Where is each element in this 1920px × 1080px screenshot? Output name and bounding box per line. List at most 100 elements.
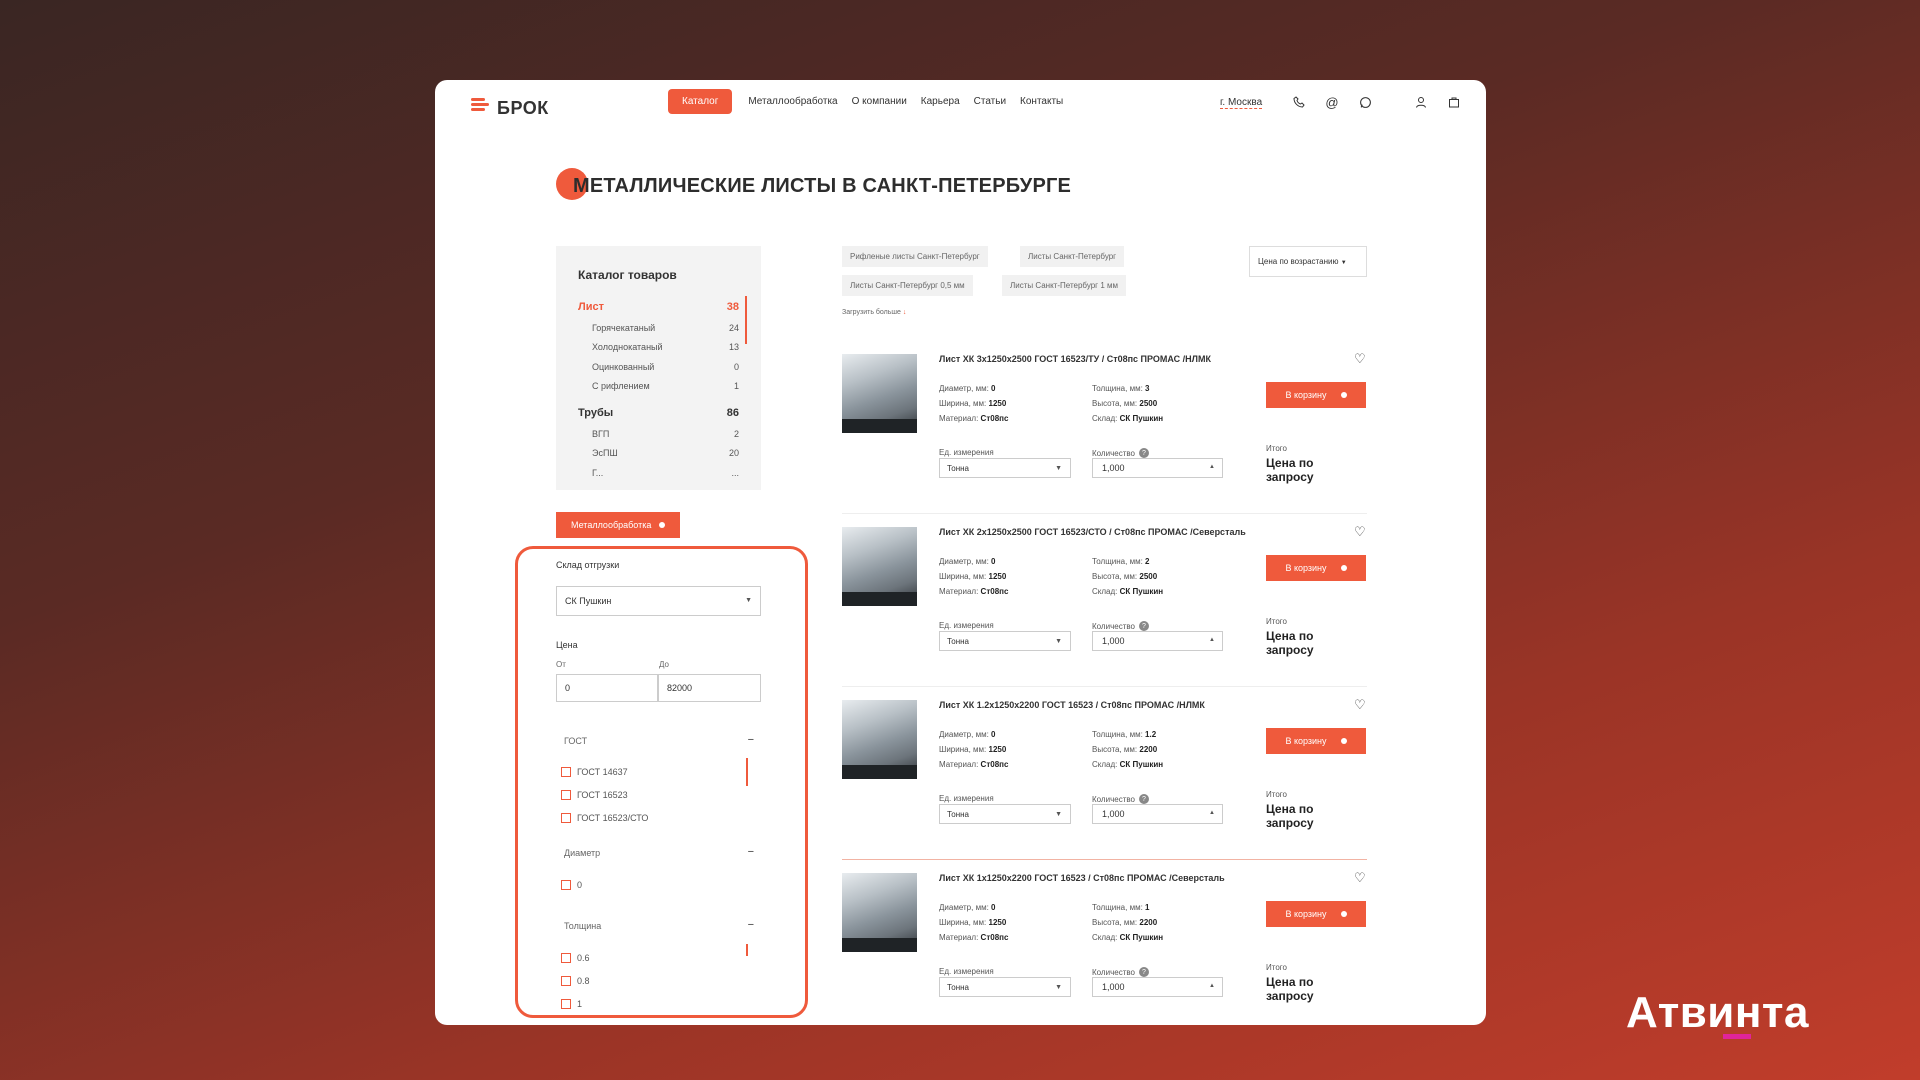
product-image[interactable] — [842, 527, 917, 606]
spec-label: Ширина, мм: — [939, 918, 987, 927]
spec-label: Материал: — [939, 760, 979, 769]
spec-thickness: Толщина, мм: 1 — [1092, 903, 1149, 912]
tag-sheets-0-5[interactable]: Листы Санкт-Петербург 0,5 мм — [842, 275, 973, 296]
tag-sheets-1[interactable]: Листы Санкт-Петербург 1 мм — [1002, 275, 1126, 296]
nav-item-contacts[interactable]: Контакты — [1020, 96, 1063, 107]
header-icons: @ — [1290, 93, 1463, 111]
metalworking-button[interactable]: Металлообработка — [556, 512, 681, 538]
stepper-arrows-icon[interactable]: ▲ — [1209, 983, 1215, 989]
price-from-input[interactable]: 0 — [556, 674, 658, 702]
user-icon[interactable] — [1412, 93, 1430, 111]
sidebar-item-hot-rolled[interactable]: Горячекатаный 24 — [578, 318, 739, 338]
add-to-cart-button[interactable]: В корзину — [1266, 382, 1366, 408]
thickness-label: Толщина — [564, 921, 602, 931]
price-to-input[interactable]: 82000 — [658, 674, 761, 702]
spec-thickness: Толщина, мм: 3 — [1092, 384, 1149, 393]
nav-item-about[interactable]: О компании — [852, 96, 907, 107]
product-image[interactable] — [842, 354, 917, 433]
logo[interactable]: БРОК — [471, 90, 549, 119]
quantity-stepper[interactable]: 1,000 ▲ — [1092, 977, 1223, 997]
sort-select[interactable]: Цена по возрастанию ▼ — [1249, 246, 1367, 277]
quantity-stepper[interactable]: 1,000 ▲ — [1092, 458, 1223, 478]
unit-select[interactable]: Тонна ▼ — [939, 804, 1071, 824]
at-icon[interactable]: @ — [1323, 93, 1341, 111]
spec-value: Ст08пс — [980, 414, 1009, 423]
add-to-cart-button[interactable]: В корзину — [1266, 901, 1366, 927]
diameter-checkbox-0[interactable]: 0 — [561, 880, 582, 890]
thickness-checkbox-0-6[interactable]: 0.6 — [561, 953, 590, 963]
sidebar-item-cold-rolled[interactable]: Холоднокатаный 13 — [578, 338, 739, 358]
sidebar-item-cut[interactable]: Г...... — [578, 463, 739, 483]
thickness-checkbox-1[interactable]: 1 — [561, 999, 582, 1009]
phone-icon[interactable] — [1290, 93, 1308, 111]
sidebar-item-pipes[interactable]: Трубы 86 — [578, 402, 739, 424]
spec-value: 2 — [1145, 557, 1150, 566]
help-icon[interactable]: ? — [1138, 621, 1149, 631]
nav-item-career[interactable]: Карьера — [921, 96, 960, 107]
unit-value: Тонна — [947, 637, 969, 646]
quantity-label-text: Количество — [1092, 967, 1135, 977]
help-icon[interactable]: ? — [1138, 967, 1149, 977]
add-to-cart-button[interactable]: В корзину — [1266, 728, 1366, 754]
sidebar-item-sheet[interactable]: Лист 38 — [578, 296, 739, 318]
spec-diameter: Диаметр, мм: 0 — [939, 730, 996, 739]
chevron-down-icon: ▼ — [1055, 638, 1062, 645]
city-selector[interactable]: г. Москва — [1220, 97, 1263, 109]
whatsapp-icon[interactable] — [1356, 93, 1374, 111]
spec-warehouse: Склад: СК Пушкин — [1092, 933, 1163, 942]
stepper-arrows-icon[interactable]: ▲ — [1209, 464, 1215, 470]
cart-label: В корзину — [1285, 563, 1327, 573]
sidebar-item-ribbed[interactable]: С рифлением 1 — [578, 377, 739, 397]
help-icon[interactable]: ? — [1138, 448, 1149, 458]
spec-material: Материал: Ст08пс — [939, 933, 1008, 942]
catalog-scrollbar[interactable] — [745, 296, 747, 344]
add-to-cart-button[interactable]: В корзину — [1266, 555, 1366, 581]
stepper-arrows-icon[interactable]: ▲ — [1209, 637, 1215, 643]
heart-icon[interactable]: ♡ — [1354, 524, 1366, 540]
browser-page: БРОК Каталог Металлообработка О компании… — [435, 80, 1486, 1025]
nav-item-metalworking[interactable]: Металлообработка — [748, 96, 837, 107]
diameter-group-header[interactable]: Диаметр − — [564, 846, 754, 858]
product-image[interactable] — [842, 873, 917, 952]
heart-icon[interactable]: ♡ — [1354, 351, 1366, 367]
product-name[interactable]: Лист ХК 3х1250х2500 ГОСТ 16523/ТУ / Ст08… — [939, 354, 1211, 364]
total-value: Цена по запросу — [1266, 975, 1314, 1003]
thickness-group-header[interactable]: Толщина − — [564, 919, 754, 931]
gost-group-header[interactable]: ГОСТ − — [564, 734, 754, 746]
load-more-link[interactable]: Загрузить больше ↓ — [842, 309, 906, 316]
heart-icon[interactable]: ♡ — [1354, 870, 1366, 886]
stepper-arrows-icon[interactable]: ▲ — [1209, 810, 1215, 816]
product-name[interactable]: Лист ХК 1х1250х2200 ГОСТ 16523 / Ст08пс … — [939, 873, 1225, 883]
gost-checkbox-14637[interactable]: ГОСТ 14637 — [561, 767, 628, 777]
warehouse-label: Склад отгрузки — [556, 560, 620, 570]
product-card: Лист ХК 2х1250х2500 ГОСТ 16523/СТО / Ст0… — [842, 514, 1367, 687]
warehouse-select[interactable]: СК Пушкин ▼ — [556, 586, 761, 616]
thickness-checkbox-0-8[interactable]: 0.8 — [561, 976, 590, 986]
sidebar-item-count: 2 — [733, 428, 739, 439]
heart-icon[interactable]: ♡ — [1354, 697, 1366, 713]
gost-checkbox-16523-sto[interactable]: ГОСТ 16523/СТО — [561, 813, 648, 823]
quantity-stepper[interactable]: 1,000 ▲ — [1092, 631, 1223, 651]
gost-scrollbar[interactable] — [746, 758, 748, 786]
sidebar-item-count: 24 — [728, 322, 739, 333]
unit-select[interactable]: Тонна ▼ — [939, 631, 1071, 651]
tag-ribbed-sheets[interactable]: Рифленые листы Санкт-Петербург — [842, 246, 988, 267]
tag-sheets[interactable]: Листы Санкт-Петербург — [1020, 246, 1125, 267]
help-icon[interactable]: ? — [1138, 794, 1149, 804]
product-name[interactable]: Лист ХК 2х1250х2500 ГОСТ 16523/СТО / Ст0… — [939, 527, 1246, 537]
quantity-stepper[interactable]: 1,000 ▲ — [1092, 804, 1223, 824]
main-nav: Каталог Металлообработка О компании Карь… — [668, 89, 1063, 114]
product-name[interactable]: Лист ХК 1.2х1250х2200 ГОСТ 16523 / Ст08п… — [939, 700, 1205, 710]
unit-select[interactable]: Тонна ▼ — [939, 977, 1071, 997]
sidebar-item-galvanized[interactable]: Оцинкованный 0 — [578, 357, 739, 377]
thickness-scrollbar[interactable] — [746, 944, 748, 956]
product-image[interactable] — [842, 700, 917, 779]
gost-checkbox-16523[interactable]: ГОСТ 16523 — [561, 790, 628, 800]
sidebar-item-esp[interactable]: ЭсПШ 20 — [578, 444, 739, 464]
nav-item-articles[interactable]: Статьи — [974, 96, 1006, 107]
unit-select[interactable]: Тонна ▼ — [939, 458, 1071, 478]
catalog-button[interactable]: Каталог — [668, 89, 733, 114]
bag-icon[interactable] — [1445, 93, 1463, 111]
spec-value: 2500 — [1139, 572, 1158, 581]
sidebar-item-vgp[interactable]: ВГП 2 — [578, 424, 739, 444]
